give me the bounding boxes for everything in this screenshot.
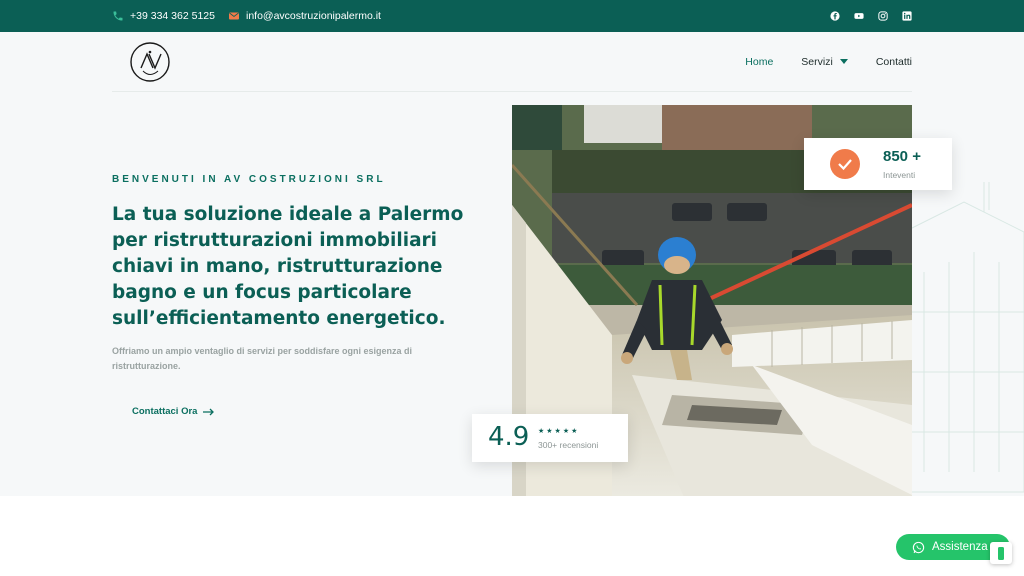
reviews-count: 300+ recensioni: [538, 440, 599, 450]
nav-label-contatti: Contatti: [875, 56, 912, 68]
phone-icon: [113, 11, 123, 21]
caret-down-icon: [839, 59, 848, 64]
email-address: info@avcostruzionipalermo.it: [246, 10, 381, 22]
main-navigation: Home Servizi Contatti: [745, 32, 912, 92]
hero-section: BENVENUTI IN AV COSTRUZIONI SRL La tua s…: [0, 92, 1024, 496]
whatsapp-icon: [912, 541, 925, 553]
rating-score: 4.9: [488, 422, 530, 452]
envelope-icon: [229, 12, 239, 20]
phone-link[interactable]: +39 334 362 5125: [112, 0, 215, 32]
contact-cta-button[interactable]: Contattaci Ora: [132, 406, 215, 417]
hero-eyebrow: BENVENUTI IN AV COSTRUZIONI SRL: [112, 174, 386, 185]
hero-subtext: Offriamo un ampio ventaglio di servizi p…: [112, 346, 413, 371]
nav-item-home[interactable]: Home: [745, 56, 773, 68]
interventions-count: 850 +: [883, 148, 921, 165]
scroll-to-top-button[interactable]: [990, 542, 1012, 564]
checkmark-badge: [830, 149, 860, 179]
arrow-up-icon: [998, 546, 1004, 560]
cta-label: Contattaci Ora: [132, 406, 198, 417]
arrow-right-icon: [203, 408, 215, 415]
rating-card: 4.9 ★★★★★ 300+ recensioni: [472, 414, 628, 462]
rating-stars: ★★★★★: [538, 428, 580, 435]
site-header: Home Servizi Contatti: [0, 32, 1024, 92]
nav-item-contatti[interactable]: Contatti: [876, 56, 912, 68]
nav-item-servizi[interactable]: Servizi: [801, 56, 848, 68]
youtube-icon[interactable]: [854, 11, 864, 21]
email-link[interactable]: info@avcostruzionipalermo.it: [228, 0, 381, 32]
company-logo[interactable]: [128, 40, 172, 84]
social-links: [830, 0, 912, 32]
top-bar: +39 334 362 5125 info@avcostruzionipaler…: [0, 0, 1024, 32]
building-outline-decoration: [903, 182, 1024, 493]
phone-number: +39 334 362 5125: [130, 10, 215, 22]
nav-label-home: Home: [745, 56, 774, 68]
checkmark-icon: [838, 159, 852, 171]
instagram-icon[interactable]: [878, 11, 888, 21]
chat-label: Assistenza: [932, 541, 988, 553]
nav-label-servizi: Servizi: [801, 56, 833, 68]
hero-headline: La tua soluzione ideale a Palermo per ri…: [112, 204, 464, 329]
linkedin-icon[interactable]: [902, 11, 912, 21]
facebook-icon[interactable]: [830, 11, 840, 21]
interventions-card: 850 + Inteventi: [804, 138, 952, 190]
interventions-label: Inteventi: [883, 170, 916, 180]
